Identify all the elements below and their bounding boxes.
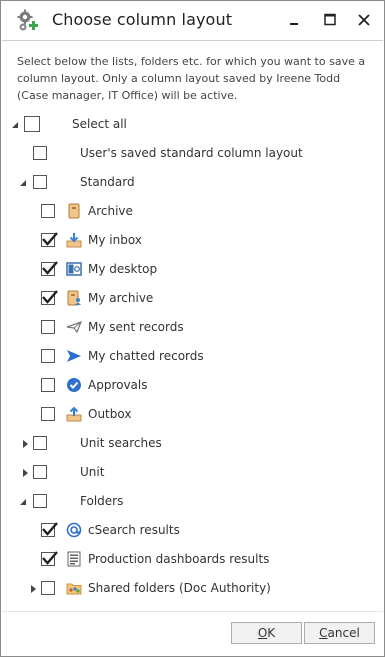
approvals-icon (67, 378, 81, 392)
unit-searches-checkbox[interactable] (33, 436, 47, 450)
sent-records-icon (66, 321, 82, 334)
unit-searches-label: Unit searches (80, 436, 162, 450)
chatted-records-icon (67, 350, 81, 362)
users-saved-label: User's saved standard column layout (80, 146, 303, 160)
title-divider (2, 40, 383, 41)
approvals-checkbox[interactable] (41, 378, 55, 392)
collapsed-arrow-icon[interactable] (20, 468, 30, 478)
my-archive-icon (67, 290, 81, 306)
expanded-arrow-icon[interactable] (10, 120, 20, 130)
users-saved-checkbox[interactable] (33, 146, 47, 160)
tree-row-unit-searches[interactable]: Unit searches (1, 430, 384, 459)
dialog-window: Choose column layout Select below the li… (0, 0, 385, 657)
ok-button[interactable]: OK (231, 622, 302, 644)
tree-row-approvals[interactable]: Approvals (1, 372, 384, 401)
unit-checkbox[interactable] (33, 465, 47, 479)
my-chatted-records-label: My chatted records (88, 349, 204, 363)
csearch-results-label: cSearch results (88, 523, 180, 537)
my-archive-checkbox[interactable] (41, 290, 58, 305)
tree-row-production-dashboards[interactable]: Production dashboards results (1, 546, 384, 575)
archive-checkbox[interactable] (41, 204, 55, 218)
tree-row-csearch-results[interactable]: cSearch results (1, 517, 384, 546)
tree-row-my-chatted-records[interactable]: My chatted records (1, 343, 384, 372)
archive-icon (68, 203, 80, 219)
window-title: Choose column layout (52, 10, 233, 29)
tree-row-my-inbox[interactable]: My inbox (1, 227, 384, 256)
production-dashboards-label: Production dashboards results (88, 552, 270, 566)
cancel-button[interactable]: Cancel (304, 622, 375, 644)
tree-row-my-sent-records[interactable]: My sent records (1, 314, 384, 343)
desktop-icon (66, 262, 82, 276)
expanded-arrow-icon[interactable] (18, 178, 28, 188)
minimize-button[interactable] (285, 11, 303, 29)
tree-row-unit[interactable]: Unit (1, 459, 384, 488)
archive-label: Archive (88, 204, 133, 218)
description-text: Select below the lists, folders etc. for… (17, 55, 366, 102)
my-inbox-label: My inbox (88, 233, 142, 247)
tree-row-outbox[interactable]: Outbox (1, 401, 384, 430)
expanded-arrow-icon[interactable] (18, 497, 28, 507)
close-button[interactable] (355, 11, 373, 29)
outbox-icon (66, 406, 82, 422)
tree-row-archive[interactable]: Archive (1, 198, 384, 227)
standard-label: Standard (80, 175, 135, 189)
footer-divider (2, 611, 383, 612)
tree-row-my-desktop[interactable]: My desktop (1, 256, 384, 285)
unit-label: Unit (80, 465, 105, 479)
tree-row-users-saved[interactable]: User's saved standard column layout (1, 140, 384, 169)
dashboard-icon (67, 551, 81, 567)
tree-row-my-archive[interactable]: My archive (1, 285, 384, 314)
approvals-label: Approvals (88, 378, 148, 392)
my-desktop-label: My desktop (88, 262, 158, 276)
csearch-results-checkbox[interactable] (41, 522, 58, 537)
csearch-icon (66, 522, 82, 538)
select-all-checkbox[interactable] (24, 116, 40, 132)
tree-row-standard[interactable]: Standard (1, 169, 384, 198)
tree-row-shared-folders[interactable]: Shared folders (Doc Authority) (1, 575, 384, 604)
title-bar[interactable]: Choose column layout (1, 1, 384, 41)
maximize-button[interactable] (321, 11, 339, 29)
production-dashboards-checkbox[interactable] (41, 551, 58, 566)
standard-checkbox[interactable] (33, 175, 47, 189)
collapsed-arrow-icon[interactable] (28, 584, 38, 594)
my-chatted-records-checkbox[interactable] (41, 349, 55, 363)
select-all-label: Select all (72, 117, 127, 131)
tree-row-folders[interactable]: Folders (1, 488, 384, 517)
shared-folder-icon (66, 583, 82, 595)
my-desktop-checkbox[interactable] (41, 261, 58, 276)
my-archive-label: My archive (88, 291, 154, 305)
my-sent-records-label: My sent records (88, 320, 184, 334)
my-inbox-checkbox[interactable] (41, 232, 58, 247)
folders-label: Folders (80, 494, 124, 508)
outbox-checkbox[interactable] (41, 407, 55, 421)
shared-folders-checkbox[interactable] (41, 581, 55, 595)
settings-add-icon (17, 9, 38, 31)
my-sent-records-checkbox[interactable] (41, 320, 55, 334)
inbox-icon (66, 233, 82, 248)
collapsed-arrow-icon[interactable] (20, 439, 30, 449)
folders-checkbox[interactable] (33, 494, 47, 508)
tree-row-select-all[interactable]: Select all (1, 111, 384, 140)
outbox-label: Outbox (88, 407, 132, 421)
shared-folders-label: Shared folders (Doc Authority) (88, 581, 271, 595)
